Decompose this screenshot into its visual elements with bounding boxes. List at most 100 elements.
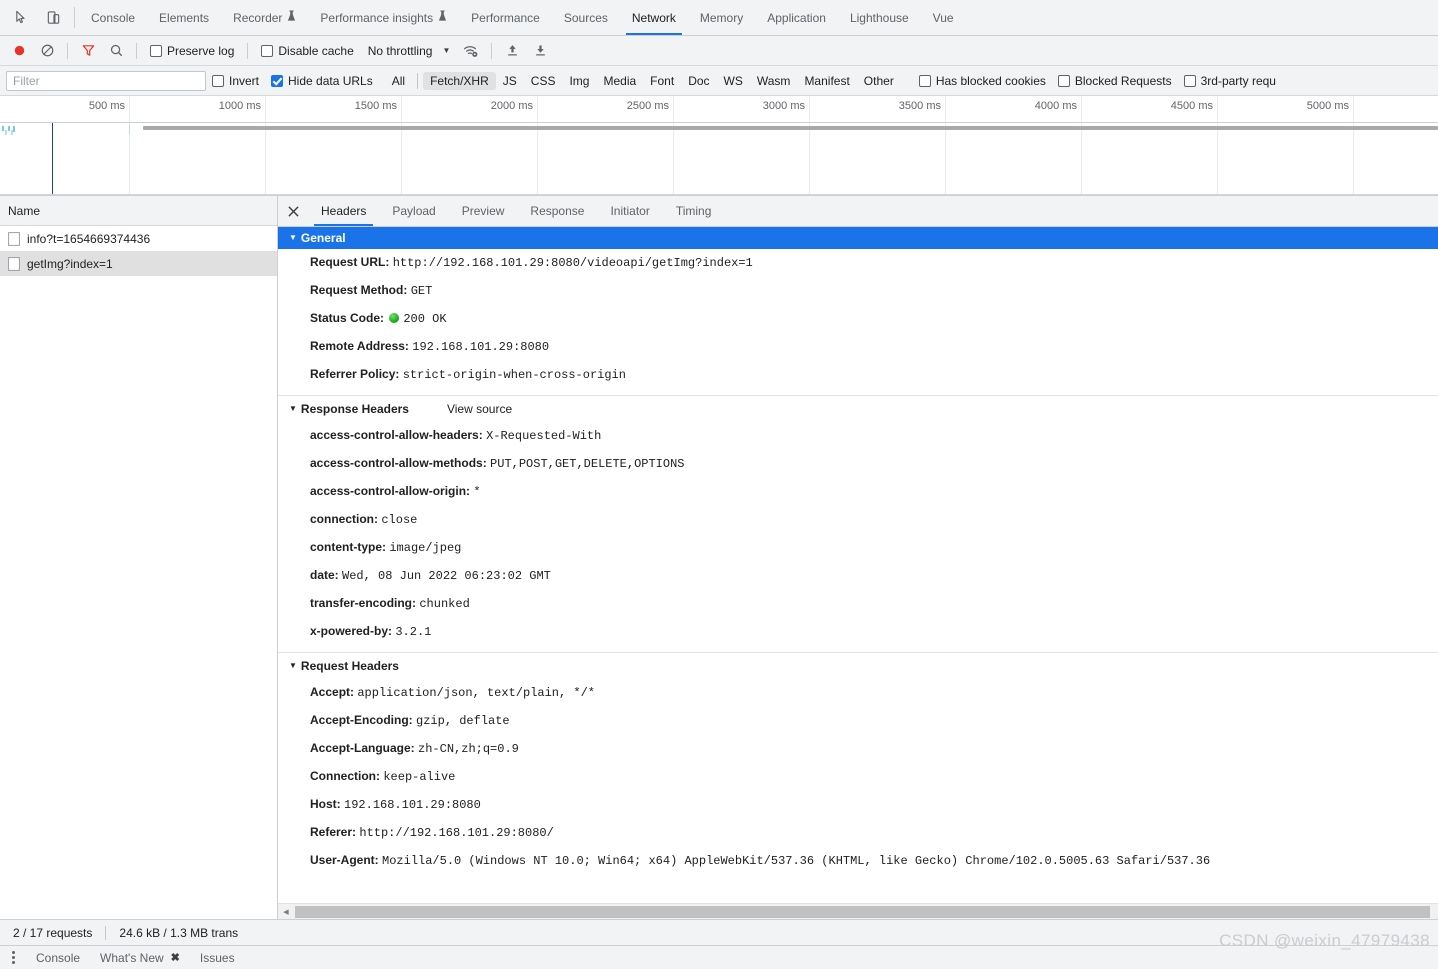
tab-network[interactable]: Network (620, 0, 688, 35)
filter-type-css[interactable]: CSS (524, 72, 563, 90)
timeline-tick-label: 1000 ms (218, 100, 261, 112)
record-button[interactable] (6, 39, 32, 63)
invert-box[interactable] (212, 74, 224, 87)
header-value: * (473, 485, 481, 499)
tab-label: Memory (699, 10, 744, 25)
filter-type-manifest[interactable]: Manifest (797, 72, 856, 90)
tab-vue[interactable]: Vue (921, 0, 966, 35)
detail-tab-response[interactable]: Response (517, 196, 597, 226)
header-row: Referer: http://192.168.101.29:8080/ (278, 819, 1438, 847)
filter-input[interactable] (6, 70, 206, 91)
filter-type-all[interactable]: All (385, 72, 412, 90)
device-toolbar-icon[interactable] (40, 5, 66, 31)
detail-horizontal-scrollbar[interactable]: ◀ (278, 903, 1438, 919)
import-har-icon[interactable] (499, 39, 525, 63)
header-value: application/json, text/plain, */* (357, 686, 595, 700)
inspect-cursor-icon[interactable] (8, 5, 34, 31)
tab-label: Performance (471, 10, 540, 25)
filter-type-wasm[interactable]: Wasm (750, 72, 798, 90)
more-options-icon[interactable] (0, 951, 26, 964)
has-blocked-cookies-checkbox[interactable]: Has blocked cookies (913, 74, 1052, 88)
filter-type-ws[interactable]: WS (717, 72, 750, 90)
hide-data-urls-checkbox[interactable]: Hide data URLs (265, 74, 379, 88)
timeline-tick: 2500 ms (538, 96, 674, 195)
request-header-items: Accept: application/json, text/plain, */… (278, 679, 1438, 875)
close-icon[interactable] (278, 196, 308, 226)
preserve-log-checkbox[interactable]: Preserve log (144, 44, 240, 58)
detail-tab-timing[interactable]: Timing (663, 196, 725, 226)
timeline-tick: 500 ms (0, 96, 130, 195)
drawer-tab-issues[interactable]: Issues (190, 951, 245, 965)
tab-sources[interactable]: Sources (552, 0, 620, 35)
experimental-flask-icon (287, 10, 296, 25)
tab-label: Elements (159, 10, 210, 25)
filter-type-fetch-xhr[interactable]: Fetch/XHR (423, 71, 496, 90)
tab-performance[interactable]: Performance (459, 0, 552, 35)
header-key: Accept-Language: (310, 741, 415, 755)
disable-cache-checkbox[interactable]: Disable cache (255, 44, 359, 58)
view-source-link[interactable]: View source (447, 402, 512, 416)
scroll-left-arrow-icon[interactable]: ◀ (278, 904, 294, 920)
drawer-tab-console[interactable]: Console (26, 951, 90, 965)
tab-lighthouse[interactable]: Lighthouse (838, 0, 921, 35)
scrollbar-thumb[interactable] (295, 905, 1430, 918)
response-headers-section-header[interactable]: ▼ Response Headers View source (278, 396, 1438, 422)
has-blocked-cookies-label: Has blocked cookies (935, 73, 1046, 88)
detail-tab-initiator[interactable]: Initiator (597, 196, 662, 226)
filter-type-doc[interactable]: Doc (681, 72, 716, 90)
general-items: Request URL: http://192.168.101.29:8080/… (278, 249, 1438, 389)
request-headers-section-header[interactable]: ▼ Request Headers (278, 653, 1438, 679)
third-party-box[interactable] (1183, 74, 1196, 87)
tab-elements[interactable]: Elements (147, 0, 221, 35)
header-value: GET (410, 284, 433, 298)
filter-type-js[interactable]: JS (496, 72, 524, 90)
detail-tab-preview[interactable]: Preview (449, 196, 518, 226)
invert-checkbox[interactable]: Invert (206, 74, 265, 88)
filter-type-other[interactable]: Other (857, 72, 901, 90)
has-blocked-cookies-box[interactable] (918, 74, 931, 87)
name-column-header[interactable]: Name (0, 196, 277, 226)
detail-tab-headers[interactable]: Headers (308, 196, 379, 226)
disable-cache-box[interactable] (261, 44, 274, 57)
chevron-down-icon: ▼ (442, 46, 451, 55)
clear-button[interactable] (34, 39, 60, 63)
search-icon[interactable] (103, 39, 129, 63)
detail-tab-payload[interactable]: Payload (379, 196, 448, 226)
filter-type-media[interactable]: Media (596, 72, 643, 90)
header-value: strict-origin-when-cross-origin (402, 368, 626, 382)
tab-console[interactable]: Console (79, 0, 147, 35)
request-name: getImg?index=1 (27, 256, 113, 271)
tab-application[interactable]: Application (755, 0, 838, 35)
filter-type-font[interactable]: Font (643, 72, 681, 90)
header-value: 3.2.1 (395, 625, 432, 639)
preserve-log-box[interactable] (150, 44, 162, 57)
drawer-tab-what-s-new[interactable]: What's New ✖ (90, 951, 190, 965)
request-row[interactable]: getImg?index=1 (0, 251, 277, 276)
header-row: transfer-encoding: chunked (278, 590, 1438, 618)
export-har-icon[interactable] (527, 39, 553, 63)
header-key: access-control-allow-methods: (310, 456, 487, 470)
general-section-header[interactable]: ▼ General (278, 227, 1438, 249)
drawer-tab-close-icon[interactable]: ✖ (171, 951, 180, 964)
timeline-tick: 1500 ms (266, 96, 402, 195)
tab-recorder[interactable]: Recorder (221, 0, 308, 35)
header-value: http://192.168.101.29:8080/videoapi/getI… (392, 256, 753, 270)
request-list-pane: Name info?t=1654669374436 getImg?index=1 (0, 196, 278, 919)
tab-performance-insights[interactable]: Performance insights (308, 0, 459, 35)
throttling-dropdown[interactable]: No throttling ▼ (362, 44, 457, 58)
timeline-tick: 1000 ms (130, 96, 266, 195)
header-row: Host: 192.168.101.29:8080 (278, 791, 1438, 819)
network-overview-timeline[interactable]: 500 ms 1000 ms 1500 ms 2000 ms 2500 ms 3000 m… (0, 96, 1438, 196)
header-key: Accept: (310, 685, 355, 699)
filter-funnel-icon[interactable] (75, 39, 101, 63)
tab-memory[interactable]: Memory (688, 0, 755, 35)
overview-request-bar (143, 126, 1438, 130)
request-row[interactable]: info?t=1654669374436 (0, 226, 277, 251)
third-party-requests-checkbox[interactable]: 3rd-party requ (1178, 74, 1282, 88)
wifi-settings-icon[interactable] (458, 39, 484, 63)
header-row: connection: close (278, 506, 1438, 534)
hide-data-urls-box[interactable] (271, 74, 284, 87)
filter-type-img[interactable]: Img (562, 72, 596, 90)
blocked-requests-checkbox[interactable]: Blocked Requests (1052, 74, 1178, 88)
blocked-requests-box[interactable] (1057, 74, 1070, 87)
